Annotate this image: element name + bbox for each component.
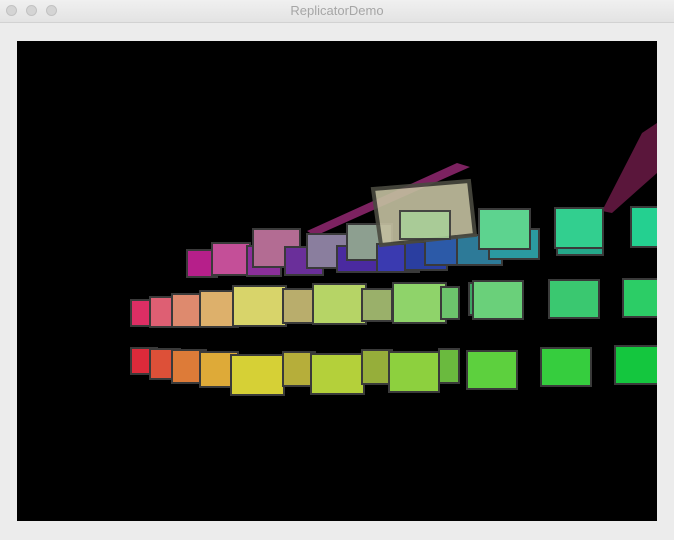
tile <box>232 285 287 327</box>
window-title: ReplicatorDemo <box>290 3 384 18</box>
tile <box>310 353 365 395</box>
tile <box>466 350 518 390</box>
middle-row <box>130 278 657 328</box>
replicator-canvas[interactable] <box>17 41 657 521</box>
tile <box>554 207 604 249</box>
replicator-scene <box>130 123 657 396</box>
tile <box>622 278 657 318</box>
tile <box>440 286 460 320</box>
tile <box>399 210 451 240</box>
tile <box>548 279 600 319</box>
bottom-row <box>130 345 657 396</box>
tile <box>312 283 367 325</box>
tile <box>472 280 524 320</box>
tile <box>230 354 285 396</box>
tile <box>540 347 592 387</box>
tile <box>361 288 393 322</box>
tile <box>630 206 657 248</box>
top-row <box>186 178 657 278</box>
tile <box>211 242 251 276</box>
tile <box>282 288 316 324</box>
tile <box>361 349 393 385</box>
tile <box>438 348 460 384</box>
tile <box>392 282 447 324</box>
tile <box>478 208 531 250</box>
app-window: ReplicatorDemo <box>0 0 674 540</box>
tile <box>388 351 440 393</box>
tile <box>614 345 657 385</box>
diagonal-plane <box>602 123 657 213</box>
title-bar[interactable]: ReplicatorDemo <box>0 0 674 23</box>
